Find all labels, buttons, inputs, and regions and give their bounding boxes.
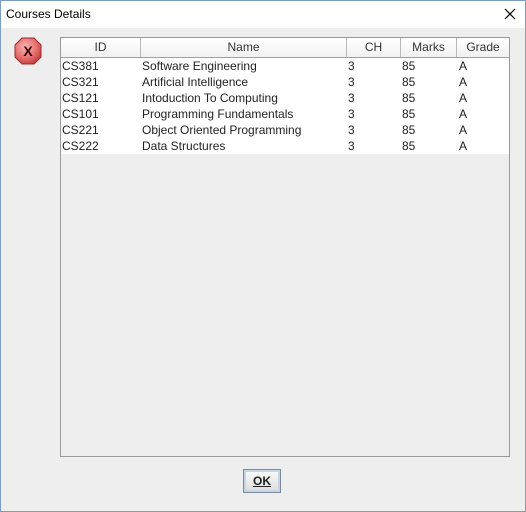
column-header-marks[interactable]: Marks <box>401 38 457 57</box>
table-header: ID Name CH Marks Grade <box>61 38 509 58</box>
cell-ch: 3 <box>348 59 355 73</box>
cell-ch: 3 <box>348 139 355 153</box>
table-body: CS381 Software Engineering 3 85 A CS321 … <box>61 58 509 154</box>
table-row[interactable]: CS221 Object Oriented Programming 3 85 A <box>61 122 509 138</box>
window-title: Courses Details <box>6 7 91 21</box>
cell-grade: A <box>459 123 468 137</box>
cell-name: Data Structures <box>142 139 226 153</box>
cell-grade: A <box>459 107 468 121</box>
title-bar[interactable]: Courses Details <box>1 1 525 28</box>
cell-grade: A <box>459 75 468 89</box>
cell-id: CS101 <box>62 107 99 121</box>
cell-grade: A <box>459 139 468 153</box>
courses-table-scroll-pane[interactable]: ID Name CH Marks Grade CS381 Software En… <box>60 37 510 457</box>
cell-marks: 85 <box>402 107 416 121</box>
cell-name: Programming Fundamentals <box>142 107 294 121</box>
cell-grade: A <box>459 91 468 105</box>
table-row[interactable]: CS222 Data Structures 3 85 A <box>61 138 509 154</box>
close-icon <box>504 8 516 20</box>
cell-ch: 3 <box>348 107 355 121</box>
cell-id: CS321 <box>62 75 99 89</box>
close-button[interactable] <box>501 5 519 23</box>
cell-id: CS121 <box>62 91 99 105</box>
cell-marks: 85 <box>402 91 416 105</box>
column-header-grade[interactable]: Grade <box>457 38 509 57</box>
cell-ch: 3 <box>348 91 355 105</box>
table-row[interactable]: CS321 Artificial Intelligence 3 85 A <box>61 74 509 90</box>
column-header-id[interactable]: ID <box>61 38 141 57</box>
column-header-name[interactable]: Name <box>141 38 347 57</box>
cell-marks: 85 <box>402 123 416 137</box>
ok-button[interactable]: OK <box>243 469 281 493</box>
error-icon: X <box>14 37 42 65</box>
cell-name: Artificial Intelligence <box>142 75 249 89</box>
ok-button-label: OK <box>253 474 271 488</box>
table-row[interactable]: CS101 Programming Fundamentals 3 85 A <box>61 106 509 122</box>
table-row[interactable]: CS381 Software Engineering 3 85 A <box>61 58 509 74</box>
cell-name: Software Engineering <box>142 59 257 73</box>
cell-ch: 3 <box>348 75 355 89</box>
cell-id: CS221 <box>62 123 99 137</box>
column-header-ch[interactable]: CH <box>347 38 401 57</box>
cell-grade: A <box>459 59 468 73</box>
cell-name: Object Oriented Programming <box>142 123 302 137</box>
svg-text:X: X <box>23 43 33 59</box>
courses-details-dialog: Courses Details X ID Name CH Marks Grade… <box>0 0 526 512</box>
cell-name: Intoduction To Computing <box>142 91 278 105</box>
cell-ch: 3 <box>348 123 355 137</box>
table-row[interactable]: CS121 Intoduction To Computing 3 85 A <box>61 90 509 106</box>
cell-marks: 85 <box>402 75 416 89</box>
cell-id: CS222 <box>62 139 99 153</box>
cell-id: CS381 <box>62 59 99 73</box>
cell-marks: 85 <box>402 59 416 73</box>
cell-marks: 85 <box>402 139 416 153</box>
